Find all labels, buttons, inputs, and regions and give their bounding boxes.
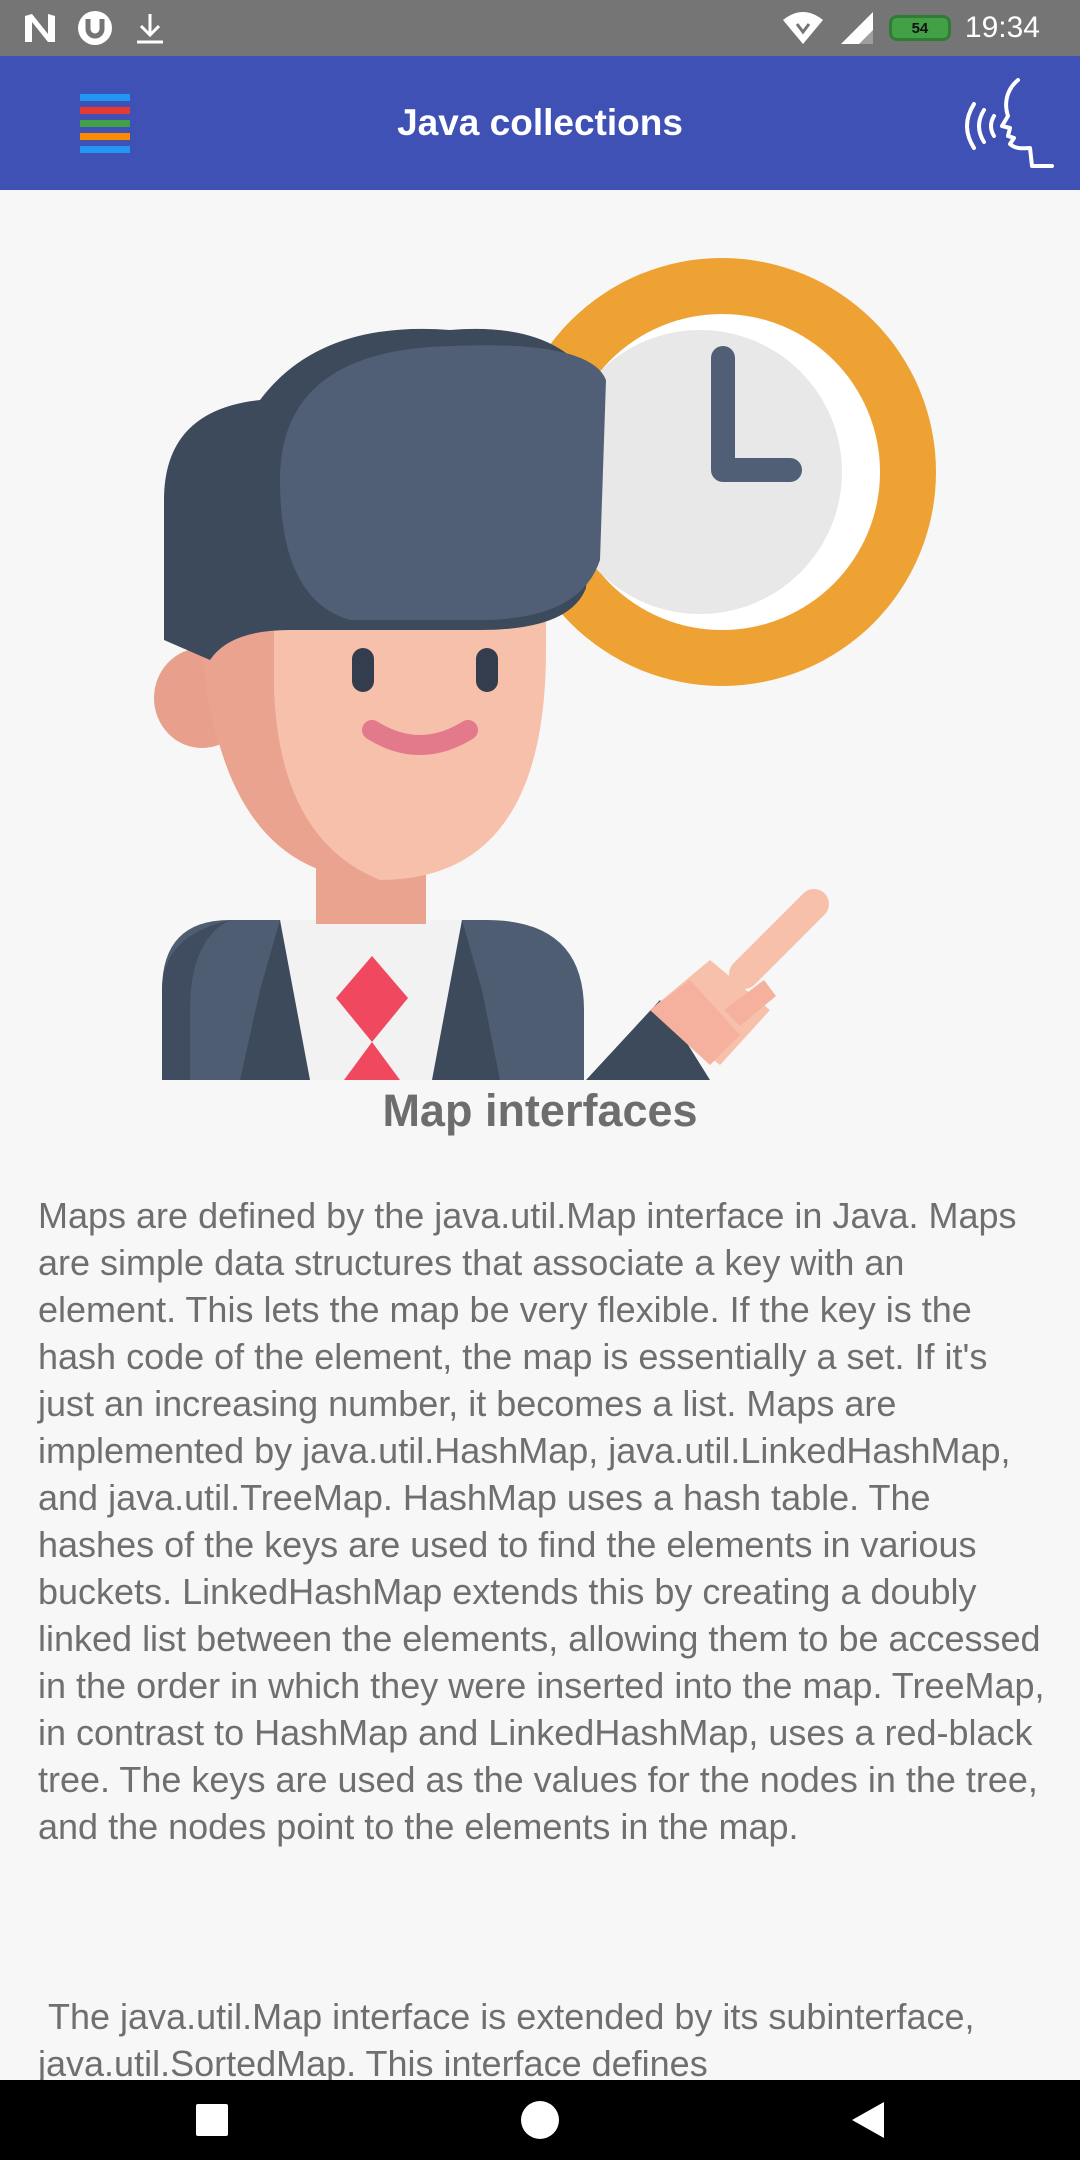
recents-square-icon[interactable]	[152, 2080, 272, 2160]
app-bar: Java collections	[0, 56, 1080, 190]
battery-icon: 54	[888, 15, 951, 41]
back-triangle-icon[interactable]	[808, 2080, 928, 2160]
notification-n-icon	[25, 14, 55, 42]
menu-stripe	[80, 146, 130, 153]
download-icon	[137, 14, 163, 44]
home-glyph	[521, 2101, 559, 2139]
signal-icon	[840, 12, 873, 44]
hamburger-menu-icon[interactable]	[70, 86, 140, 166]
wifi-icon	[782, 12, 823, 44]
back-glyph	[852, 2102, 884, 2138]
menu-stripe	[80, 94, 130, 101]
menu-stripe	[80, 107, 130, 114]
status-bar: 54 19:34	[0, 0, 1080, 56]
paragraph: Maps are defined by the java.util.Map in…	[38, 1195, 1055, 1847]
section-title: Map interfaces	[382, 1085, 698, 1136]
torrent-icon	[78, 11, 112, 45]
status-right-icons: 54 19:34	[781, 0, 1040, 56]
recents-glyph	[196, 2104, 228, 2136]
app-title: Java collections	[397, 102, 683, 143]
navigation-bar	[0, 2080, 1080, 2160]
businessman-clock-illustration	[154, 258, 936, 1080]
paragraph: The java.util.Map interface is extended …	[38, 1996, 985, 2080]
article-content[interactable]: Map interfaces Maps are defined by the j…	[0, 190, 1080, 2080]
speaking-head-icon[interactable]	[960, 74, 1060, 174]
home-circle-icon[interactable]	[480, 2080, 600, 2160]
menu-stripe	[80, 133, 130, 140]
menu-stripe	[80, 120, 130, 127]
status-time: 19:34	[964, 11, 1040, 44]
battery-level: 54	[911, 19, 929, 37]
status-left-icons	[22, 8, 168, 48]
